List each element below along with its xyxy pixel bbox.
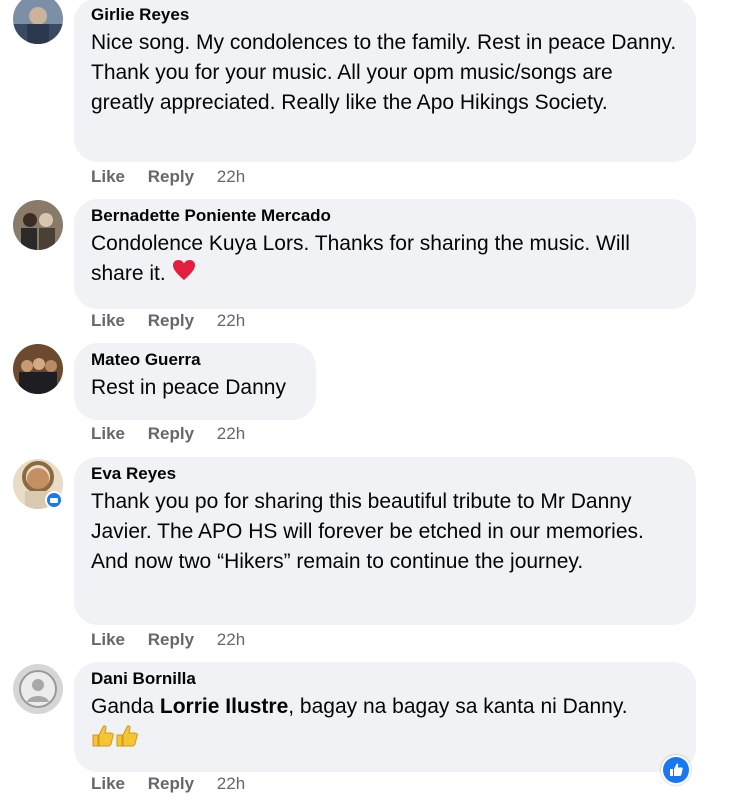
reply-button[interactable]: Reply xyxy=(148,167,194,187)
like-button[interactable]: Like xyxy=(91,630,125,650)
like-button[interactable]: Like xyxy=(91,774,125,794)
reply-button[interactable]: Reply xyxy=(148,311,194,331)
avatar[interactable] xyxy=(13,344,63,394)
comment-text-start: Ganda xyxy=(91,695,160,718)
comment-author[interactable]: Dani Bornilla xyxy=(91,669,678,689)
comment-author[interactable]: Mateo Guerra xyxy=(91,350,298,370)
comment-bubble: Dani Bornilla Ganda Lorrie Ilustre, baga… xyxy=(74,662,696,772)
heart-icon xyxy=(172,259,196,290)
like-button[interactable]: Like xyxy=(91,167,125,187)
comment-author[interactable]: Bernadette Poniente Mercado xyxy=(91,206,678,226)
comment-bubble: Girlie Reyes Nice song. My condolences t… xyxy=(74,0,696,162)
comment-text-end: , bagay na bagay sa kanta ni Danny. xyxy=(288,695,628,718)
avatar[interactable] xyxy=(13,200,63,250)
avatar[interactable] xyxy=(13,0,63,44)
like-button[interactable]: Like xyxy=(91,424,125,444)
comment-text: Thank you po for sharing this beautiful … xyxy=(91,490,644,573)
comment-actions: Like Reply 22h xyxy=(91,424,245,444)
comment-text: Rest in peace Danny xyxy=(91,376,286,399)
reply-button[interactable]: Reply xyxy=(148,774,194,794)
comment-timestamp[interactable]: 22h xyxy=(217,774,245,794)
like-button[interactable]: Like xyxy=(91,311,125,331)
comment-timestamp[interactable]: 22h xyxy=(217,630,245,650)
like-reaction-icon[interactable] xyxy=(661,755,691,785)
comment-actions: Like Reply 22h xyxy=(91,167,245,187)
comment-actions: Like Reply 22h xyxy=(91,774,245,794)
comment-bubble: Bernadette Poniente Mercado Condolence K… xyxy=(74,199,696,309)
mention-link[interactable]: Lorrie Ilustre xyxy=(160,695,288,718)
comment-timestamp[interactable]: 22h xyxy=(217,311,245,331)
comment-actions: Like Reply 22h xyxy=(91,311,245,331)
comment-actions: Like Reply 22h xyxy=(91,630,245,650)
comment-timestamp[interactable]: 22h xyxy=(217,424,245,444)
comment-text: Nice song. My condolences to the family.… xyxy=(91,31,677,114)
comment-bubble: Eva Reyes Thank you po for sharing this … xyxy=(74,457,696,625)
avatar[interactable] xyxy=(13,459,63,509)
reply-button[interactable]: Reply xyxy=(148,630,194,650)
comment-author[interactable]: Girlie Reyes xyxy=(91,5,678,25)
comment-text-wrapper: Ganda Lorrie Ilustre, bagay na bagay sa … xyxy=(91,692,678,722)
avatar[interactable] xyxy=(13,664,63,714)
reply-button[interactable]: Reply xyxy=(148,424,194,444)
thumbs-up-icon xyxy=(91,724,678,753)
comment-author[interactable]: Eva Reyes xyxy=(91,464,678,484)
comment-timestamp[interactable]: 22h xyxy=(217,167,245,187)
comment-text-wrapper: Condolence Kuya Lors. Thanks for sharing… xyxy=(91,229,678,290)
comment-bubble: Mateo Guerra Rest in peace Danny xyxy=(74,343,316,420)
